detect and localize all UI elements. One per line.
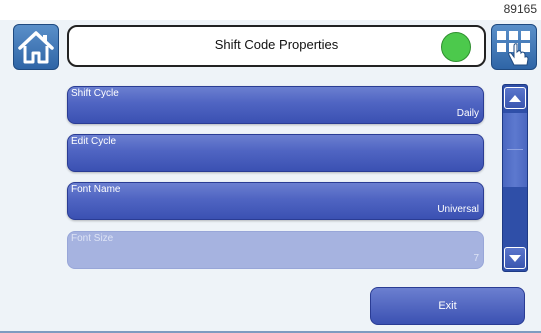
field-value: Universal — [437, 204, 479, 215]
scrollbar[interactable] — [502, 84, 528, 272]
scroll-down-button[interactable] — [504, 247, 526, 269]
menu-button[interactable] — [491, 24, 537, 70]
font-name-field[interactable]: Font Name Universal — [67, 182, 484, 220]
field-label: Shift Cycle — [71, 88, 119, 99]
field-label: Font Size — [71, 233, 114, 244]
grid-menu-hand-icon — [497, 31, 530, 66]
field-label: Edit Cycle — [71, 136, 117, 147]
home-button[interactable] — [13, 24, 59, 70]
font-size-field: Font Size 7 — [67, 231, 484, 269]
scroll-up-button[interactable] — [504, 87, 526, 109]
field-label: Font Name — [71, 184, 121, 195]
triangle-up-icon — [509, 95, 521, 102]
status-indicator — [441, 32, 471, 62]
edit-cycle-field[interactable]: Edit Cycle — [67, 134, 484, 172]
title-bar: Shift Code Properties — [67, 25, 486, 67]
scroll-thumb[interactable] — [503, 113, 527, 187]
scroll-thumb-grip — [507, 149, 523, 150]
page-title: Shift Code Properties — [214, 37, 339, 52]
top-strip: 89165 — [0, 0, 541, 20]
shift-cycle-field[interactable]: Shift Cycle Daily — [67, 86, 484, 124]
triangle-down-icon — [509, 255, 521, 262]
field-value: Daily — [456, 108, 479, 119]
field-value: 7 — [473, 253, 479, 264]
device-id: 89165 — [503, 2, 537, 16]
home-icon — [18, 31, 54, 64]
exit-button[interactable]: Exit — [370, 287, 525, 325]
